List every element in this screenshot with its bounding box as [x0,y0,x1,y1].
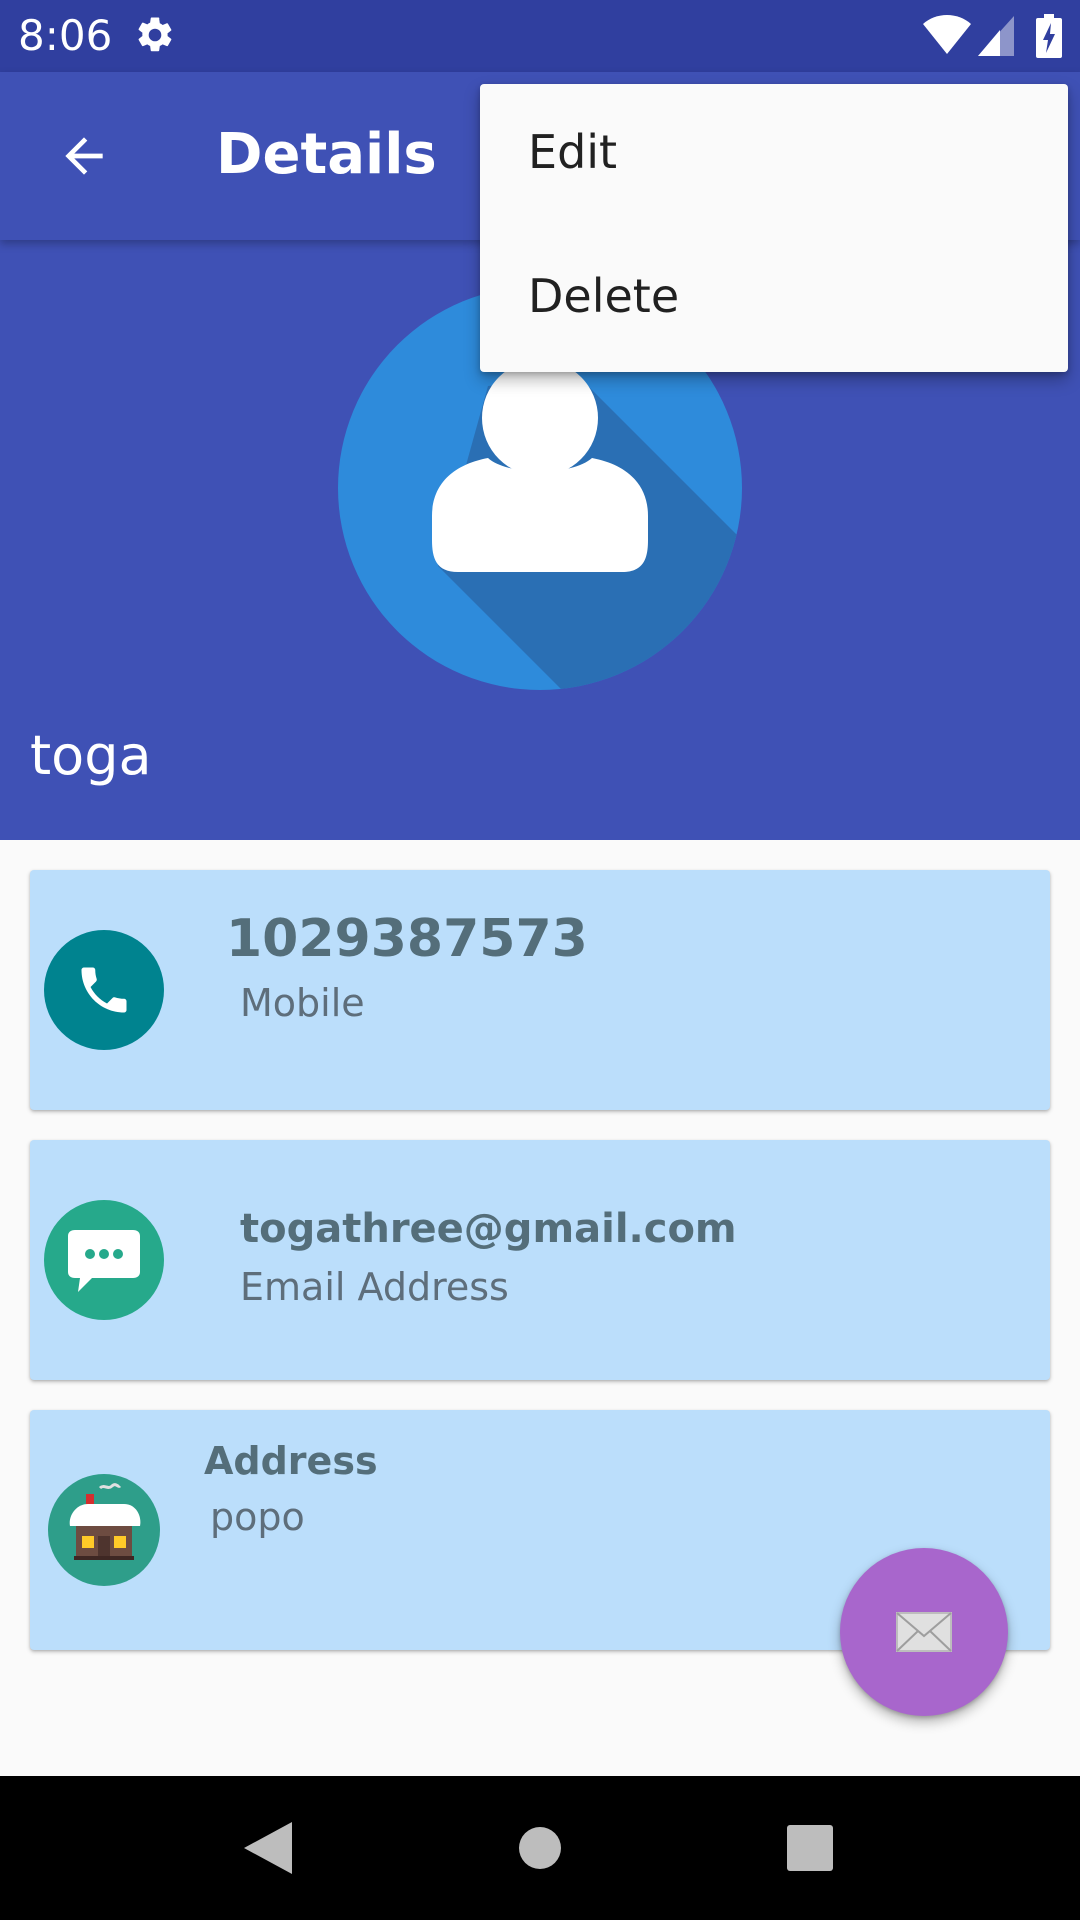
menu-item-edit[interactable]: Edit [480,84,1068,228]
navigation-bar [0,1776,1080,1920]
phone-icon [44,930,164,1050]
email-card[interactable]: togathree@gmail.com Email Address [30,1140,1050,1380]
cell-signal-icon [978,16,1014,56]
nav-back-button[interactable] [228,1808,308,1888]
email-address: togathree@gmail.com [240,1206,737,1252]
overflow-menu: Edit Delete [480,84,1068,372]
wifi-icon [923,15,971,54]
nav-back-icon [244,1822,292,1874]
contact-name: toga [30,724,152,787]
back-button[interactable] [44,116,124,196]
address-value: popo [210,1495,305,1539]
email-type-label: Email Address [240,1265,509,1309]
screen: 8:06 Details toga 1029387573 Mobile toga… [0,0,1080,1920]
message-icon [44,1200,164,1320]
phone-card[interactable]: 1029387573 Mobile [30,870,1050,1110]
settings-gear-icon [138,17,172,52]
page-title: Details [216,122,437,187]
nav-home-button[interactable] [500,1808,580,1888]
status-bar: 8:06 [0,0,1080,72]
send-mail-fab[interactable] [840,1548,1008,1716]
battery-charging-icon [1036,14,1062,58]
mail-envelope-icon [896,1612,952,1652]
status-time: 8:06 [18,11,113,60]
menu-item-delete[interactable]: Delete [480,228,1068,372]
phone-type-label: Mobile [240,981,365,1025]
phone-number: 1029387573 [226,909,588,969]
house-icon [48,1474,160,1586]
nav-recents-button[interactable] [770,1808,850,1888]
menu-item-edit-label: Edit [528,125,618,179]
menu-item-delete-label: Delete [528,269,680,323]
nav-recents-icon [787,1825,833,1871]
address-heading: Address [204,1439,378,1483]
arrow-back-icon [65,137,103,175]
nav-home-icon [519,1827,561,1869]
